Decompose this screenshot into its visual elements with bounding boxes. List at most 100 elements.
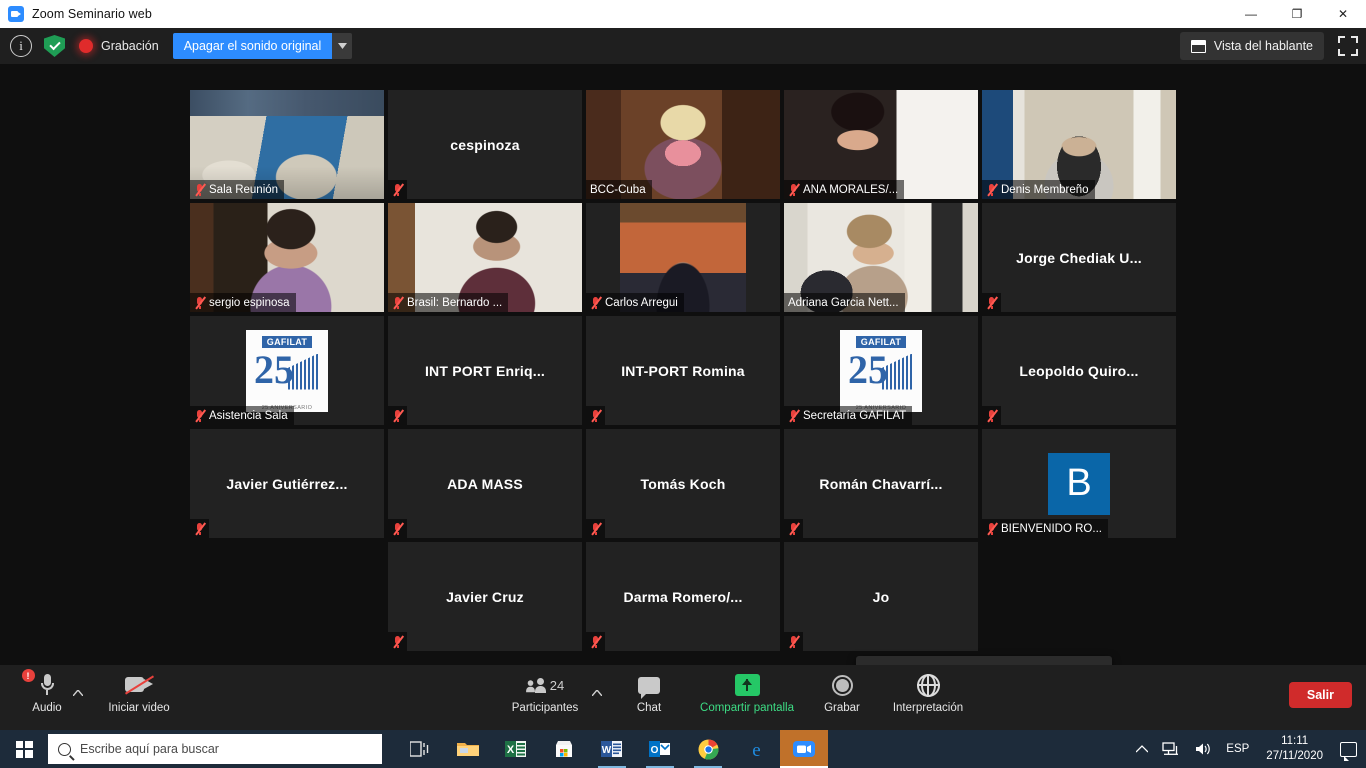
info-icon[interactable]: i bbox=[10, 35, 32, 57]
participant-tile[interactable]: cespinoza bbox=[388, 90, 582, 199]
participant-label bbox=[586, 632, 605, 651]
gafilat-logo: GAFILAT 25 25 ANIVERSARIO bbox=[840, 329, 922, 412]
participant-label bbox=[586, 519, 605, 538]
participant-tile[interactable]: Denis Membreño bbox=[982, 90, 1176, 199]
participant-tile[interactable]: sergio espinosa bbox=[190, 203, 384, 312]
participant-tile[interactable]: Jorge Chediak U... bbox=[982, 203, 1176, 312]
language-indicator[interactable]: ESP bbox=[1219, 730, 1256, 768]
participant-tile[interactable]: Jo bbox=[784, 542, 978, 651]
interpretation-label: Interpretación bbox=[892, 702, 964, 714]
recording-dot-icon bbox=[79, 39, 93, 53]
file-explorer-icon[interactable] bbox=[444, 730, 492, 768]
participant-tile[interactable]: Carlos Arregui bbox=[586, 203, 780, 312]
shield-check-icon[interactable] bbox=[44, 35, 65, 57]
share-screen-icon bbox=[734, 671, 760, 699]
record-label: Grabar bbox=[824, 702, 860, 714]
minimize-button[interactable]: — bbox=[1228, 0, 1274, 28]
audio-label: Audio bbox=[32, 702, 62, 714]
participant-label bbox=[388, 180, 407, 199]
participant-tile[interactable]: Leopoldo Quiro... bbox=[982, 316, 1176, 425]
participant-tile[interactable]: BCC-Cuba bbox=[586, 90, 780, 199]
participant-label: Carlos Arregui bbox=[586, 293, 684, 312]
action-center-icon[interactable] bbox=[1333, 730, 1364, 768]
zoom-icon[interactable] bbox=[780, 730, 828, 768]
close-button[interactable]: ✕ bbox=[1320, 0, 1366, 28]
volume-icon[interactable] bbox=[1187, 730, 1219, 768]
outlook-icon[interactable]: O bbox=[636, 730, 684, 768]
mic-muted-icon bbox=[194, 183, 206, 197]
task-view-icon[interactable] bbox=[396, 730, 444, 768]
participant-name: Román Chavarrí... bbox=[819, 475, 943, 492]
interpretation-button[interactable]: Interpretación bbox=[881, 671, 975, 714]
participant-name: Jorge Chediak U... bbox=[1016, 249, 1142, 266]
participant-tile[interactable]: B BIENVENIDO RO... bbox=[982, 429, 1176, 538]
participant-tile-active-speaker[interactable]: Adriana Garcia Nett... bbox=[784, 203, 978, 312]
participant-tile[interactable]: INT PORT Enriq... bbox=[388, 316, 582, 425]
participant-tile[interactable]: ADA MASS bbox=[388, 429, 582, 538]
participant-name: Tomás Koch bbox=[640, 475, 726, 492]
clock[interactable]: 11:11 27/11/2020 bbox=[1256, 730, 1333, 768]
empty-tile bbox=[190, 542, 384, 651]
svg-text:W: W bbox=[602, 745, 612, 756]
mic-muted-icon bbox=[590, 522, 602, 536]
record-button[interactable]: Grabar bbox=[795, 671, 889, 714]
participant-label bbox=[586, 406, 605, 425]
zoom-bottom-toolbar: ! Audio Iniciar video 24 Participantes C… bbox=[0, 665, 1366, 730]
search-placeholder: Escribe aquí para buscar bbox=[80, 742, 219, 756]
participants-button[interactable]: 24 Participantes bbox=[498, 671, 592, 714]
windows-start-icon[interactable] bbox=[0, 730, 48, 768]
maximize-button[interactable]: ❐ bbox=[1274, 0, 1320, 28]
participant-tile[interactable]: ANA MORALES/... bbox=[784, 90, 978, 199]
participant-tile[interactable]: Tomás Koch bbox=[586, 429, 780, 538]
participant-tile[interactable]: GAFILAT 25 25 ANIVERSARIO Asistencia Sal… bbox=[190, 316, 384, 425]
search-icon bbox=[58, 742, 71, 756]
network-icon[interactable] bbox=[1155, 730, 1187, 768]
chevron-down-icon[interactable] bbox=[332, 33, 353, 59]
participant-tile[interactable]: INT-PORT Romina bbox=[586, 316, 780, 425]
participant-name: Jo bbox=[872, 588, 890, 605]
search-input[interactable]: Escribe aquí para buscar bbox=[48, 734, 382, 764]
participant-label bbox=[190, 519, 209, 538]
participant-tile[interactable]: Román Chavarrí... bbox=[784, 429, 978, 538]
word-icon[interactable]: W bbox=[588, 730, 636, 768]
mic-muted-icon bbox=[392, 296, 404, 310]
mic-muted-icon bbox=[194, 296, 206, 310]
chat-bubble-icon bbox=[638, 671, 660, 699]
participant-tile[interactable]: Javier Cruz bbox=[388, 542, 582, 651]
share-screen-button[interactable]: Compartir pantalla bbox=[699, 671, 795, 714]
chevron-up-icon[interactable] bbox=[1129, 730, 1155, 768]
participant-tile[interactable]: Brasil: Bernardo ... bbox=[388, 203, 582, 312]
audio-options-chevron-icon[interactable] bbox=[70, 685, 86, 701]
leave-meeting-button[interactable]: Salir bbox=[1288, 682, 1352, 708]
participant-label bbox=[982, 406, 1001, 425]
microsoft-store-icon[interactable] bbox=[540, 730, 588, 768]
start-video-button[interactable]: Iniciar video bbox=[92, 671, 186, 714]
participant-tile[interactable]: Javier Gutiérrez... bbox=[190, 429, 384, 538]
speaker-view-label: Vista del hablante bbox=[1213, 39, 1313, 53]
participant-tile[interactable]: Darma Romero/... bbox=[586, 542, 780, 651]
fullscreen-icon[interactable] bbox=[1338, 36, 1358, 56]
participants-count: 24 bbox=[549, 677, 565, 693]
edge-icon[interactable]: e bbox=[732, 730, 780, 768]
mic-muted-icon bbox=[788, 522, 800, 536]
participant-tile[interactable]: Sala Reunión bbox=[190, 90, 384, 199]
participant-label bbox=[784, 632, 803, 651]
taskbar-items: X W O e bbox=[396, 730, 828, 768]
participant-tile[interactable]: GAFILAT 25 25 ANIVERSARIO Secretaría GAF… bbox=[784, 316, 978, 425]
camera-off-icon bbox=[124, 671, 155, 699]
speaker-view-button[interactable]: Vista del hablante bbox=[1179, 32, 1324, 60]
participant-label: Brasil: Bernardo ... bbox=[388, 293, 509, 312]
clock-date: 27/11/2020 bbox=[1266, 750, 1323, 762]
chat-button[interactable]: Chat bbox=[602, 671, 696, 714]
participants-label: Participantes bbox=[511, 702, 579, 714]
excel-icon[interactable]: X bbox=[492, 730, 540, 768]
gafilat-brand: GAFILAT bbox=[261, 335, 313, 348]
original-sound-button[interactable]: Apagar el sonido original bbox=[172, 33, 333, 59]
participant-name: Javier Cruz bbox=[446, 588, 524, 605]
people-icon: 24 bbox=[525, 671, 565, 699]
avatar: B bbox=[1048, 452, 1110, 515]
chrome-icon[interactable] bbox=[684, 730, 732, 768]
globe-icon bbox=[916, 671, 940, 699]
participant-label: BIENVENIDO RO... bbox=[982, 519, 1108, 538]
mic-muted-icon bbox=[986, 296, 998, 310]
